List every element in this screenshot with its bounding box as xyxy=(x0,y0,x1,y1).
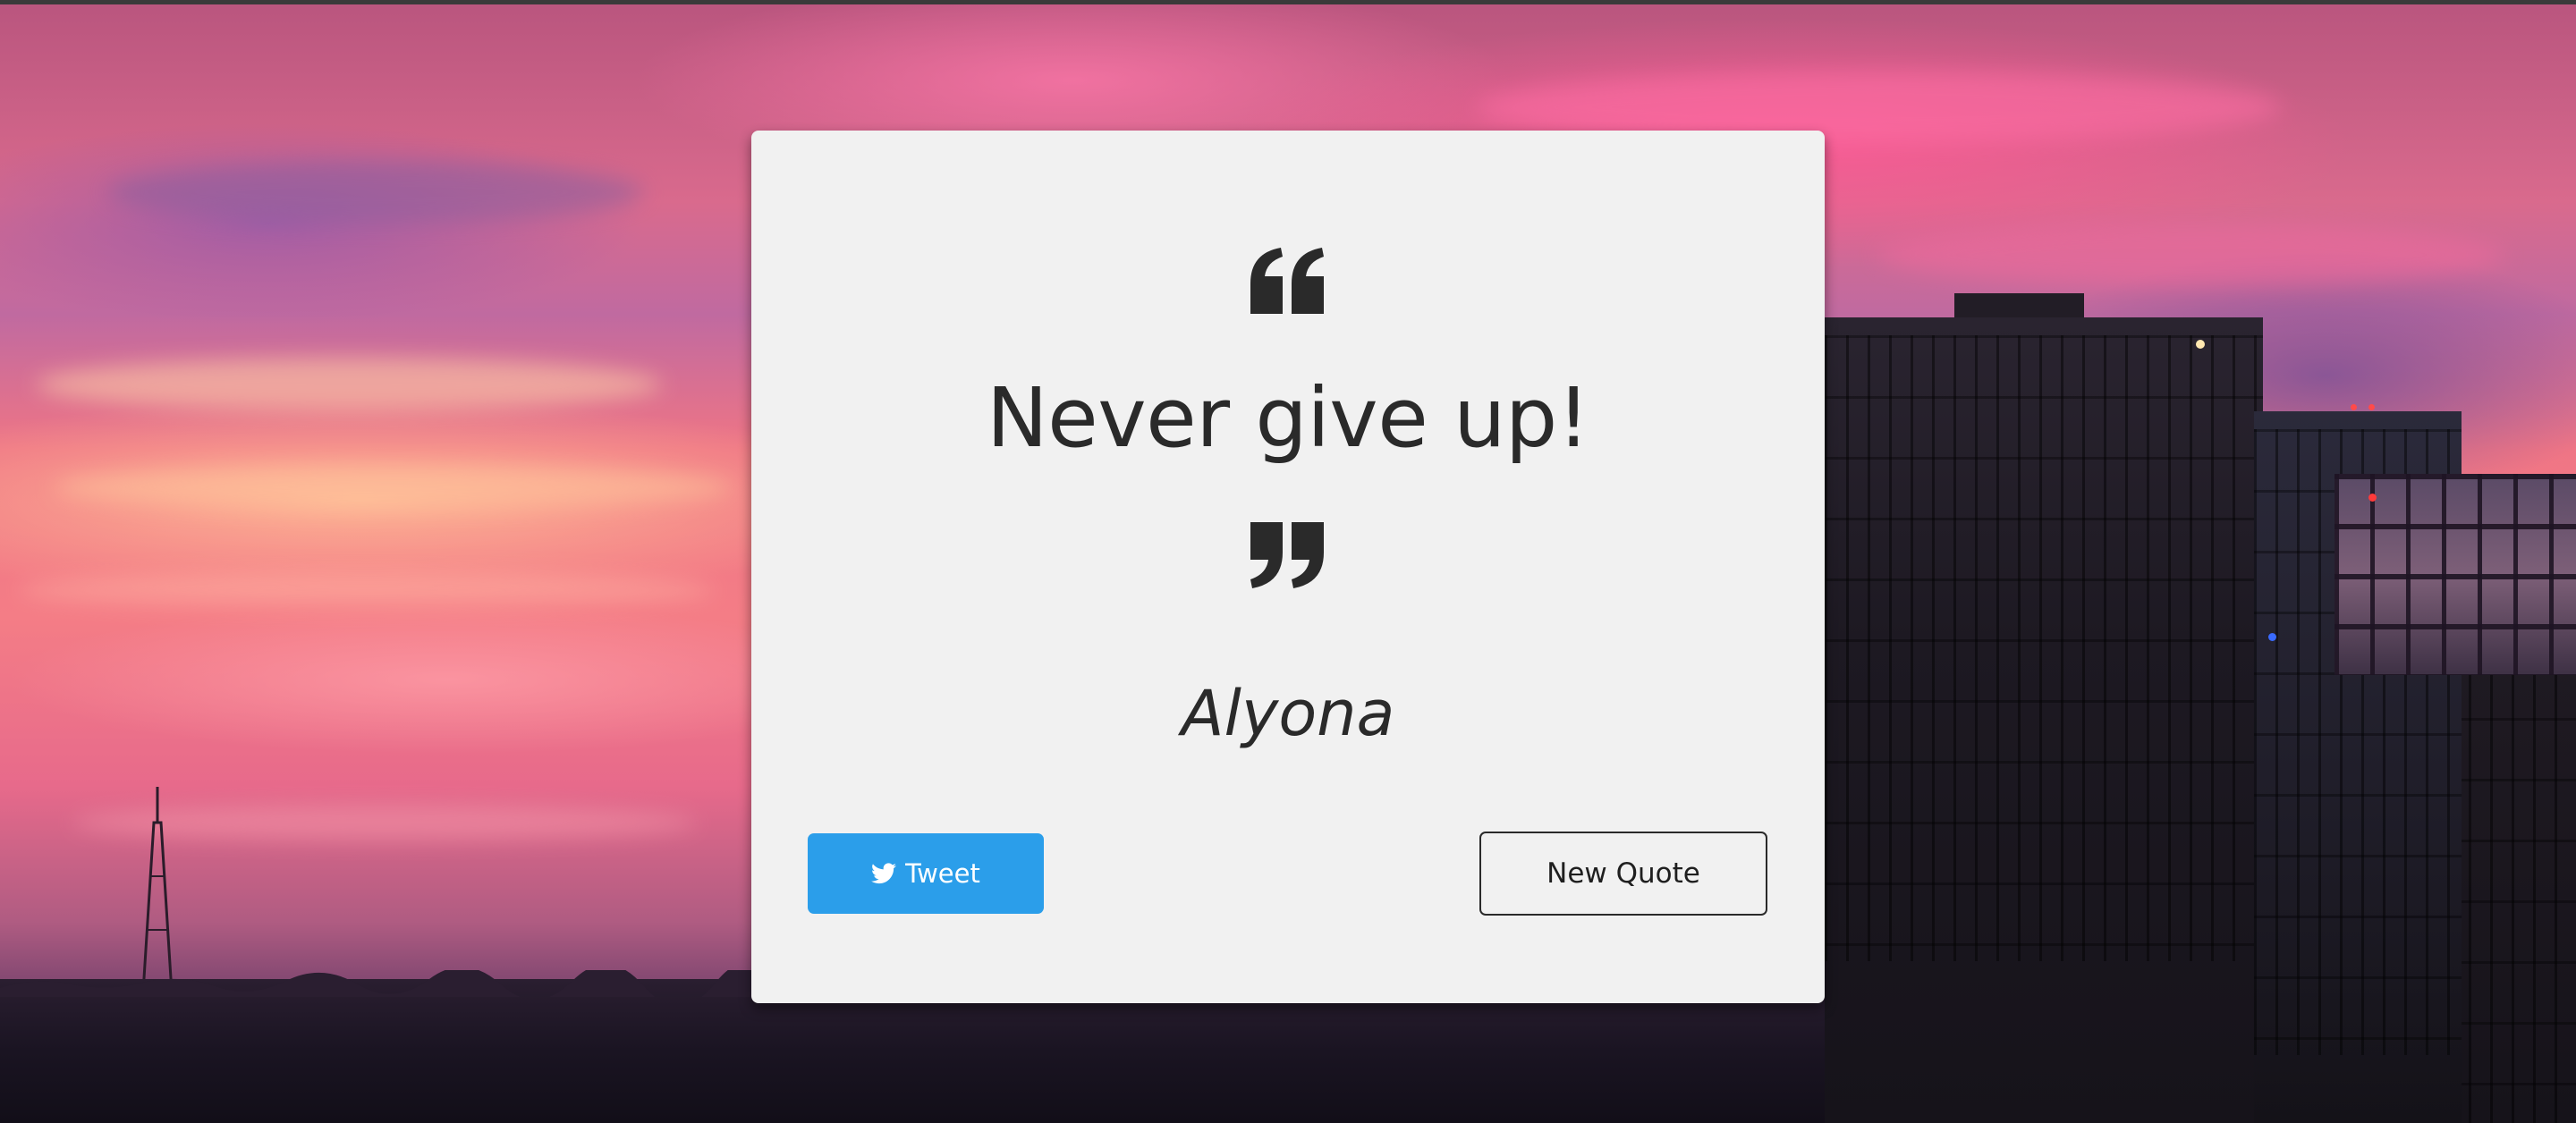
radio-tower-icon xyxy=(141,787,174,992)
quote-author: Alyona xyxy=(1181,677,1395,750)
building-light xyxy=(2268,633,2276,641)
new-quote-button-label: New Quote xyxy=(1546,857,1700,890)
quote-left-icon xyxy=(1250,248,1324,314)
cloud-streak xyxy=(54,465,733,510)
cloud-streak xyxy=(36,358,662,411)
window-top-border xyxy=(0,0,2576,4)
cloud-streak xyxy=(18,572,716,608)
quote-right-icon xyxy=(1250,522,1324,588)
building-rooftop xyxy=(1954,293,2084,320)
tweet-button-label: Tweet xyxy=(905,858,980,889)
building-main-tower xyxy=(1825,317,2263,1123)
building-light xyxy=(2351,404,2357,410)
quote-card: Never give up! Alyona Tweet New Quote xyxy=(751,131,1825,1003)
quote-text: Never give up! xyxy=(986,370,1590,466)
tweet-button[interactable]: Tweet xyxy=(808,833,1044,914)
quote-open-mark xyxy=(751,248,1825,328)
building-light xyxy=(2368,494,2377,502)
quote-close-mark xyxy=(751,522,1825,603)
twitter-bird-icon xyxy=(871,863,897,884)
building-light xyxy=(2196,340,2205,349)
cloud-streak xyxy=(107,161,644,224)
new-quote-button[interactable]: New Quote xyxy=(1479,832,1767,916)
building-light xyxy=(2368,404,2375,410)
cloud-streak xyxy=(1878,224,2504,286)
building-glass-facade xyxy=(2334,474,2576,675)
